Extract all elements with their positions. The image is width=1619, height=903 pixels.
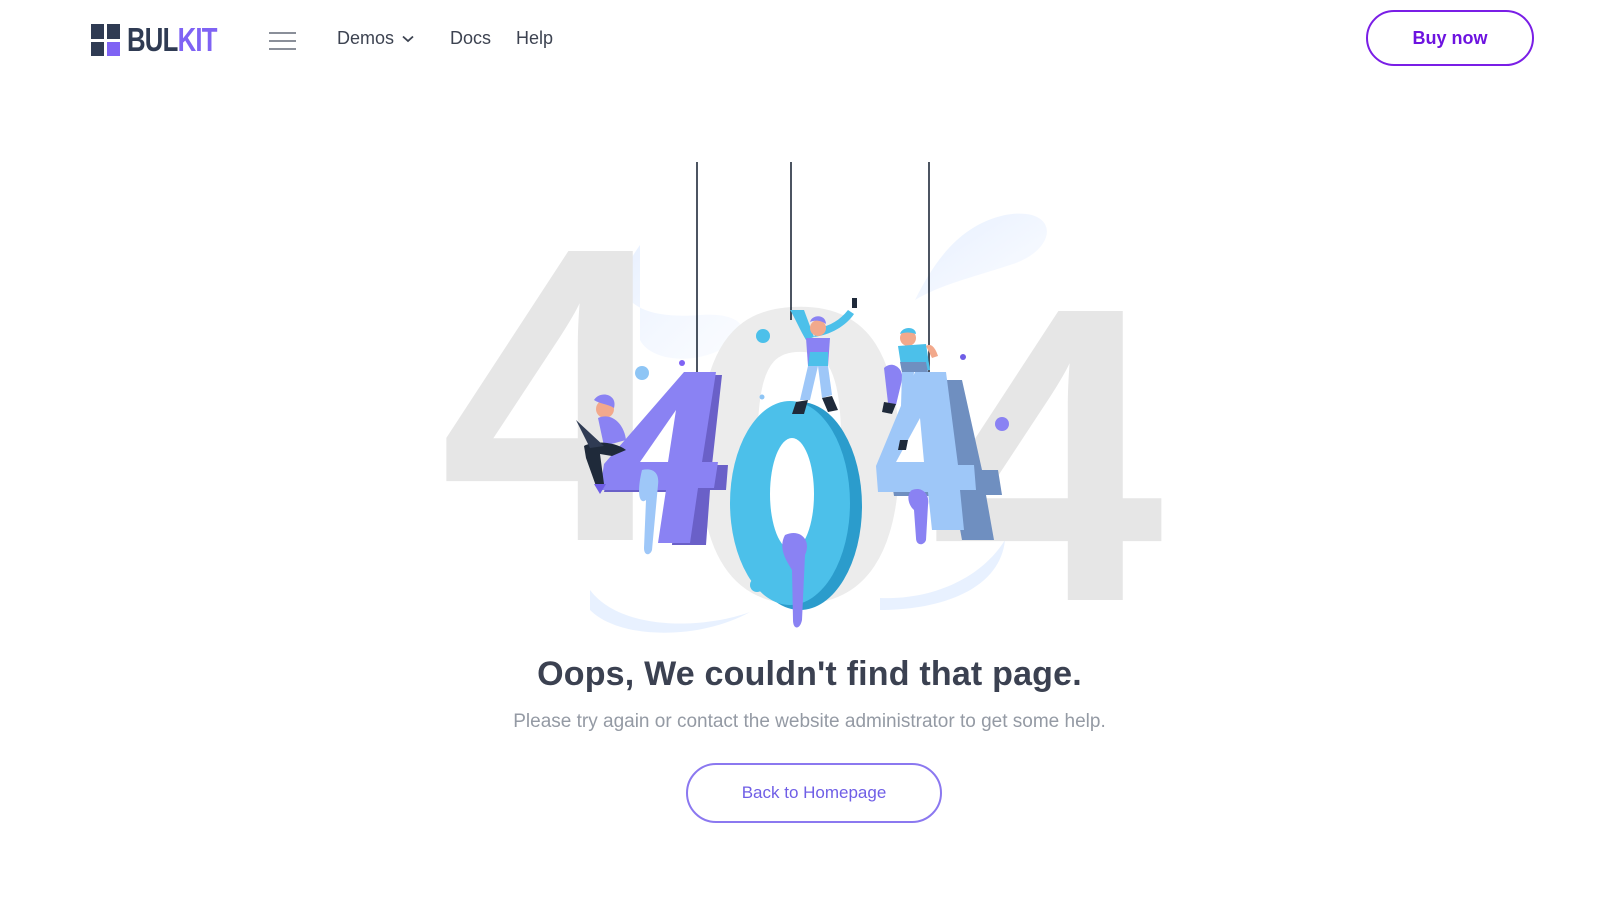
error-message: Please try again or contact the website … [513,711,1106,732]
digit-four-right [876,372,1002,545]
top-navbar: BULKIT Demos Docs Help Buy now [0,0,1619,80]
watermark-digit-left: 4 [440,161,676,630]
back-to-homepage-button[interactable]: Back to Homepage [686,763,942,823]
person-hanging-middle-illustration [790,298,857,414]
brand-name-part2: KIT [177,21,218,58]
watermark-digit-middle: 0 [683,221,917,690]
brand-wordmark: BULKIT [127,21,218,58]
digit-four-left [600,372,728,555]
error-heading: Oops, We couldn't find that page. [537,655,1082,693]
watermark-digit-right: 4 [930,221,1166,690]
background-swooshes [590,213,1047,633]
logo-mark-icon [91,24,120,56]
nav-demos[interactable]: Demos [337,28,414,49]
buy-now-button[interactable]: Buy now [1366,10,1534,66]
brand-name-part1: BUL [127,21,178,58]
person-with-laptop-illustration [576,394,626,494]
nav-demos-label: Demos [337,28,395,48]
brand-logo[interactable]: BULKIT [91,21,242,58]
person-climbing-right-illustration [882,328,938,450]
nav-help[interactable]: Help [516,28,553,49]
digit-zero-middle [730,401,862,628]
chevron-down-icon [402,35,414,42]
hamburger-menu-icon[interactable] [269,32,296,50]
nav-docs[interactable]: Docs [450,28,491,49]
